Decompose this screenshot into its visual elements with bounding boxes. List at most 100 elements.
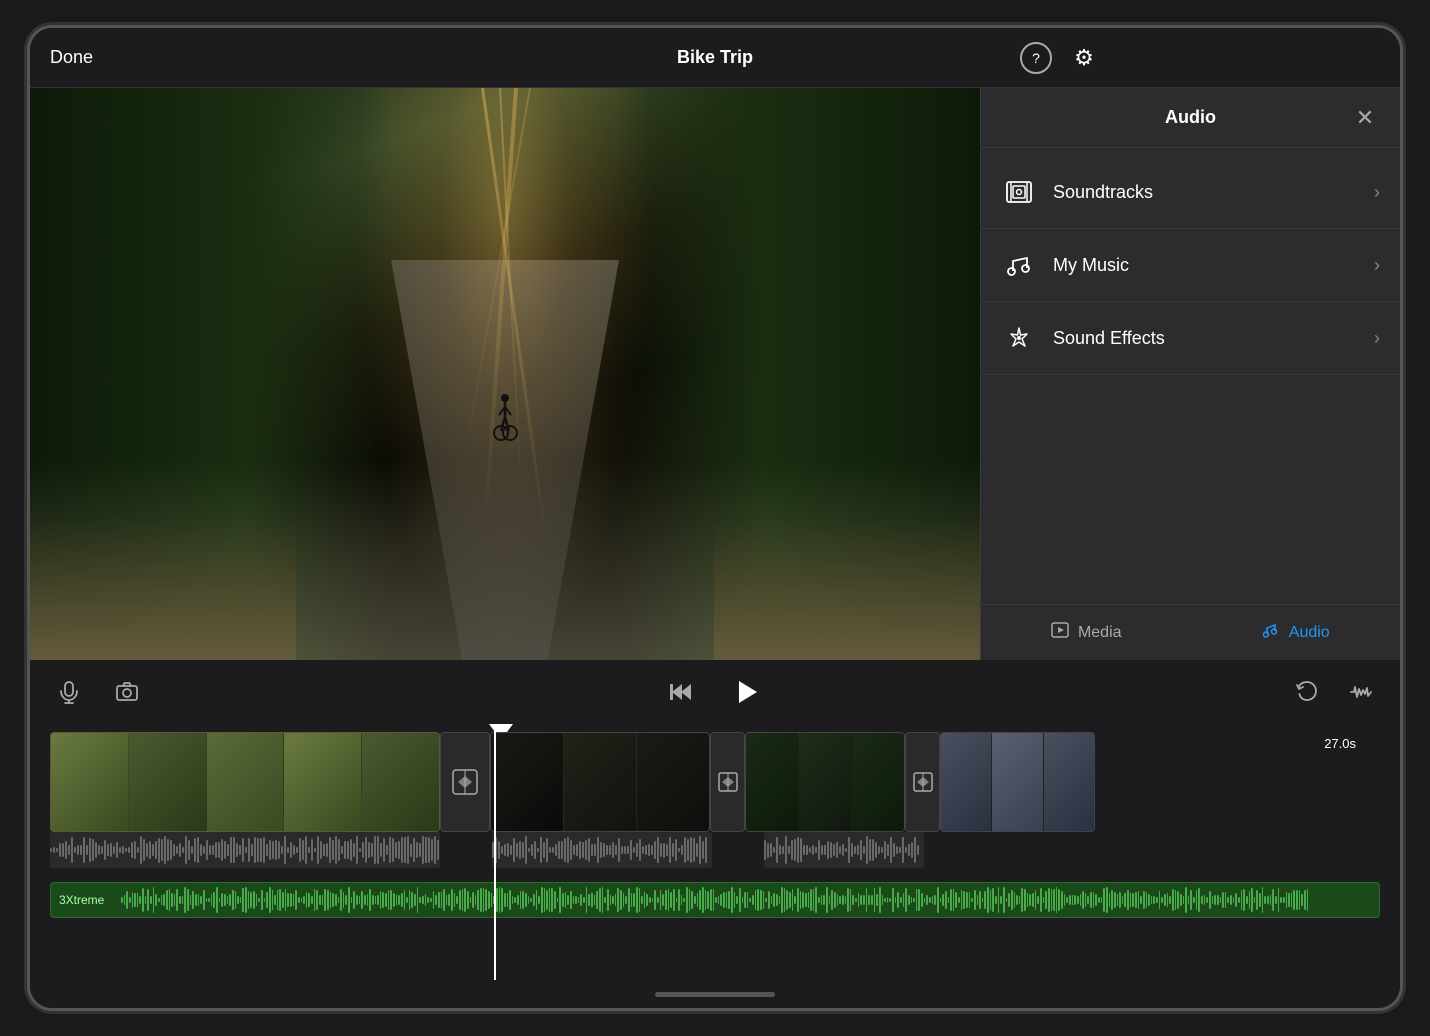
- waveform-bar: [179, 843, 181, 858]
- audio-wave-bar: [1304, 890, 1306, 910]
- timeline-container[interactable]: 3Xtreme 27.0s: [30, 724, 1400, 980]
- done-button[interactable]: Done: [50, 47, 93, 68]
- audio-wave-bar: [739, 888, 741, 911]
- audio-panel-header: Audio ✕: [981, 88, 1400, 148]
- audio-wave-bar: [512, 896, 514, 904]
- audio-wave-bar: [1127, 890, 1129, 909]
- waveform-bar: [788, 846, 790, 853]
- video-clip-3[interactable]: [745, 732, 905, 832]
- audio-wave-bar: [1198, 888, 1200, 912]
- audio-wave-bar: [1167, 893, 1169, 908]
- audio-wave-bar: [977, 895, 979, 905]
- audio-menu-item-soundtracks[interactable]: Soundtracks ›: [981, 156, 1400, 229]
- audio-wave-bar: [557, 898, 559, 902]
- mic-button[interactable]: [50, 673, 88, 711]
- audio-wave-bar: [1082, 891, 1084, 908]
- audio-wave-bar: [1177, 891, 1179, 909]
- audio-wave-bar: [443, 889, 445, 910]
- clip-frame: [1044, 733, 1094, 831]
- clip-frame: [637, 733, 709, 831]
- audio-wave-bar: [1074, 895, 1076, 906]
- audio-wave-bar: [916, 889, 918, 911]
- waveform-bar: [287, 847, 289, 853]
- audio-wave-bar: [332, 893, 334, 908]
- waveform-bar: [212, 845, 214, 856]
- audio-wave-bar: [1045, 891, 1047, 909]
- waveform-bar: [821, 845, 823, 855]
- audio-wave-bar: [472, 892, 474, 908]
- undo-button[interactable]: [1288, 673, 1326, 711]
- waveform-bar: [266, 844, 268, 856]
- waveform-bar: [797, 837, 799, 862]
- audio-wave-bar: [784, 888, 786, 911]
- skip-back-button[interactable]: [662, 673, 700, 711]
- audio-wave-bar: [1227, 897, 1229, 904]
- media-tab-icon: [1050, 620, 1070, 645]
- audio-wave-bar: [953, 889, 955, 912]
- audio-wave-bar: [1072, 895, 1074, 906]
- audio-wave-bar: [322, 895, 324, 906]
- audio-wave-bar: [224, 894, 226, 905]
- audio-wave-bar: [676, 898, 678, 903]
- audio-wave-bar: [261, 890, 263, 911]
- audio-wave-bar: [654, 890, 656, 910]
- waveform-bar: [350, 839, 352, 860]
- audio-panel-close-button[interactable]: ✕: [1350, 103, 1380, 133]
- audio-wave-bar: [1299, 890, 1301, 909]
- audio-wave-bar: [504, 893, 506, 907]
- panel-tab-media[interactable]: Media: [981, 605, 1191, 660]
- project-title: Bike Trip: [677, 47, 753, 68]
- audio-wave-bar: [998, 887, 1000, 912]
- audio-wave-bar: [364, 895, 366, 905]
- waveform-bar: [705, 837, 707, 863]
- audio-wave-bar: [520, 891, 522, 909]
- audio-wave-bar: [211, 894, 213, 907]
- play-button[interactable]: [724, 670, 768, 714]
- audio-wave-bar: [995, 896, 997, 904]
- audio-track-label: 3Xtreme: [59, 893, 104, 907]
- audio-wave-bar: [1212, 896, 1214, 905]
- audio-wave-bar: [1058, 889, 1060, 911]
- audio-wave-bar: [290, 893, 292, 908]
- waveform-bar: [95, 842, 97, 859]
- panel-tab-audio[interactable]: Audio: [1191, 605, 1401, 660]
- audio-wave-bar: [860, 895, 862, 904]
- audio-menu-item-sound-effects[interactable]: Sound Effects ›: [981, 302, 1400, 375]
- camera-snapshot-button[interactable]: [108, 673, 146, 711]
- audio-wave-bar: [121, 897, 123, 903]
- waveform-bar: [615, 845, 617, 855]
- audio-track[interactable]: 3Xtreme: [50, 882, 1380, 918]
- waveform-bar: [119, 847, 121, 852]
- transition-3[interactable]: [905, 732, 940, 832]
- audio-wave-bar: [385, 893, 387, 908]
- video-clip-1[interactable]: [50, 732, 440, 832]
- waveform-button[interactable]: [1342, 673, 1380, 711]
- playhead: [494, 724, 496, 980]
- audio-wave-bar: [390, 890, 392, 910]
- audio-wave-bar: [897, 892, 899, 908]
- video-clip-2[interactable]: [490, 732, 710, 832]
- audio-wave-bar: [889, 898, 891, 902]
- audio-wave-bar: [815, 887, 817, 912]
- audio-wave-bar: [353, 891, 355, 909]
- audio-wave-bar: [604, 897, 606, 903]
- waveform-bar: [401, 837, 403, 864]
- waveform-bar: [170, 840, 172, 861]
- waveform-bar: [206, 840, 208, 860]
- audio-wave-bar: [179, 896, 181, 904]
- help-button[interactable]: ?: [1020, 42, 1052, 74]
- settings-button[interactable]: ⚙: [1068, 42, 1100, 74]
- transition-2[interactable]: [710, 732, 745, 832]
- audio-wave-bar: [636, 887, 638, 913]
- audio-wave-bar: [649, 897, 651, 903]
- waveform-bar: [257, 838, 259, 863]
- audio-menu-item-my-music[interactable]: My Music ›: [981, 229, 1400, 302]
- waveform-bar: [62, 843, 64, 857]
- waveform-bar: [176, 846, 178, 854]
- waveform-bar: [896, 846, 898, 854]
- audio-wave-bar: [942, 894, 944, 906]
- audio-wave-bar: [834, 892, 836, 908]
- waveform-bar: [570, 840, 572, 860]
- transition-1[interactable]: [440, 732, 490, 832]
- video-clip-4[interactable]: [940, 732, 1095, 832]
